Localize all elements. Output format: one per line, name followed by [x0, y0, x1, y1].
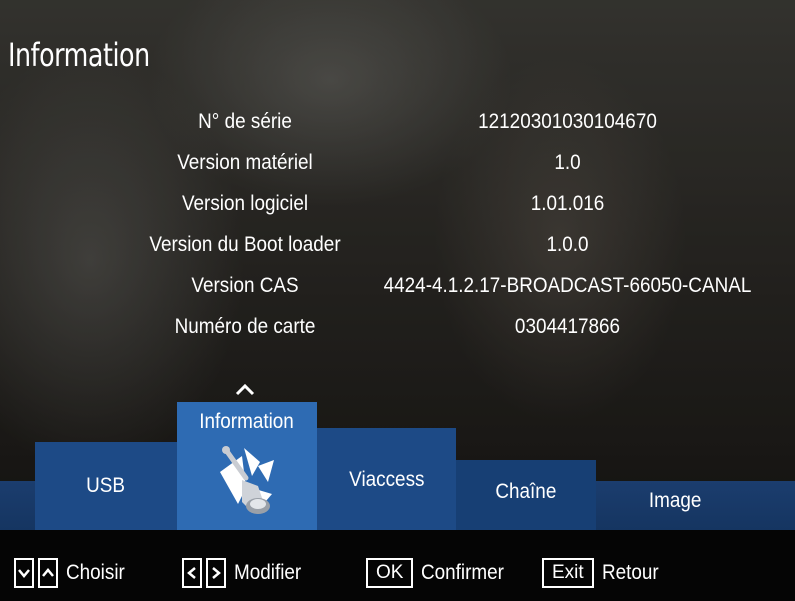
chevron-right-key-icon [206, 558, 226, 588]
info-row-serial: N° de série 12120301030104670 [0, 110, 795, 151]
tab-label: Information [199, 410, 295, 433]
info-row-hardware: Version matériel 1.0 [0, 151, 795, 192]
info-value: 4424-4.1.2.17-BROADCAST-66050-CANAL [383, 274, 752, 297]
info-value: 0304417866 [514, 315, 621, 338]
chevron-down-key-icon [14, 558, 34, 588]
info-row-software: Version logiciel 1.01.016 [0, 192, 795, 233]
hint-modify: Modifier [182, 558, 309, 588]
info-label: N° de série [198, 110, 292, 133]
tab-label: Image [648, 489, 702, 512]
tab-information[interactable]: Information [177, 402, 317, 530]
tab-label: Chaîne [495, 480, 557, 503]
info-value: 1.0 [554, 151, 581, 174]
hint-label: Retour [601, 561, 659, 584]
info-row-cas: Version CAS 4424-4.1.2.17-BROADCAST-6605… [0, 274, 795, 315]
info-value: 1.01.016 [530, 192, 605, 215]
info-value: 12120301030104670 [478, 110, 657, 133]
hint-label: Confirmer [421, 561, 505, 584]
tab-usb[interactable]: USB [35, 442, 177, 530]
tab-image[interactable]: Image [596, 481, 754, 530]
tab-label: Viaccess [348, 468, 425, 491]
tab-label: USB [86, 474, 126, 497]
info-label: Version matériel [177, 151, 313, 174]
hint-confirm: OK Confirmer [366, 558, 514, 588]
hint-choose: Choisir [14, 558, 131, 588]
info-row-bootloader: Version du Boot loader 1.0.0 [0, 233, 795, 274]
info-label: Version CAS [191, 274, 299, 297]
hint-label: Modifier [234, 561, 302, 584]
info-label: Version logiciel [181, 192, 309, 215]
tv-screen: Information N° de série 1212030103010467… [0, 0, 795, 601]
hint-label: Choisir [66, 561, 125, 584]
info-label: Numéro de carte [174, 315, 316, 338]
tab-viaccess[interactable]: Viaccess [317, 428, 456, 530]
info-label: Version du Boot loader [149, 233, 341, 256]
hint-back: Exit Retour [542, 558, 665, 588]
chevron-up-icon[interactable] [233, 379, 257, 399]
tab-chaine[interactable]: Chaîne [456, 460, 596, 530]
exit-key: Exit [542, 558, 594, 588]
page-title: Information [8, 36, 150, 74]
info-value: 1.0.0 [546, 233, 589, 256]
ok-key: OK [366, 558, 414, 588]
info-list: N° de série 12120301030104670 Version ma… [0, 110, 795, 356]
key-hints-bar: Choisir Modifier OK Confirmer Exit Retou… [0, 530, 795, 601]
info-row-card-number: Numéro de carte 0304417866 [0, 315, 795, 356]
chevron-up-key-icon [38, 558, 58, 588]
chevron-left-key-icon [182, 558, 202, 588]
satellite-dish-icon [220, 446, 274, 514]
